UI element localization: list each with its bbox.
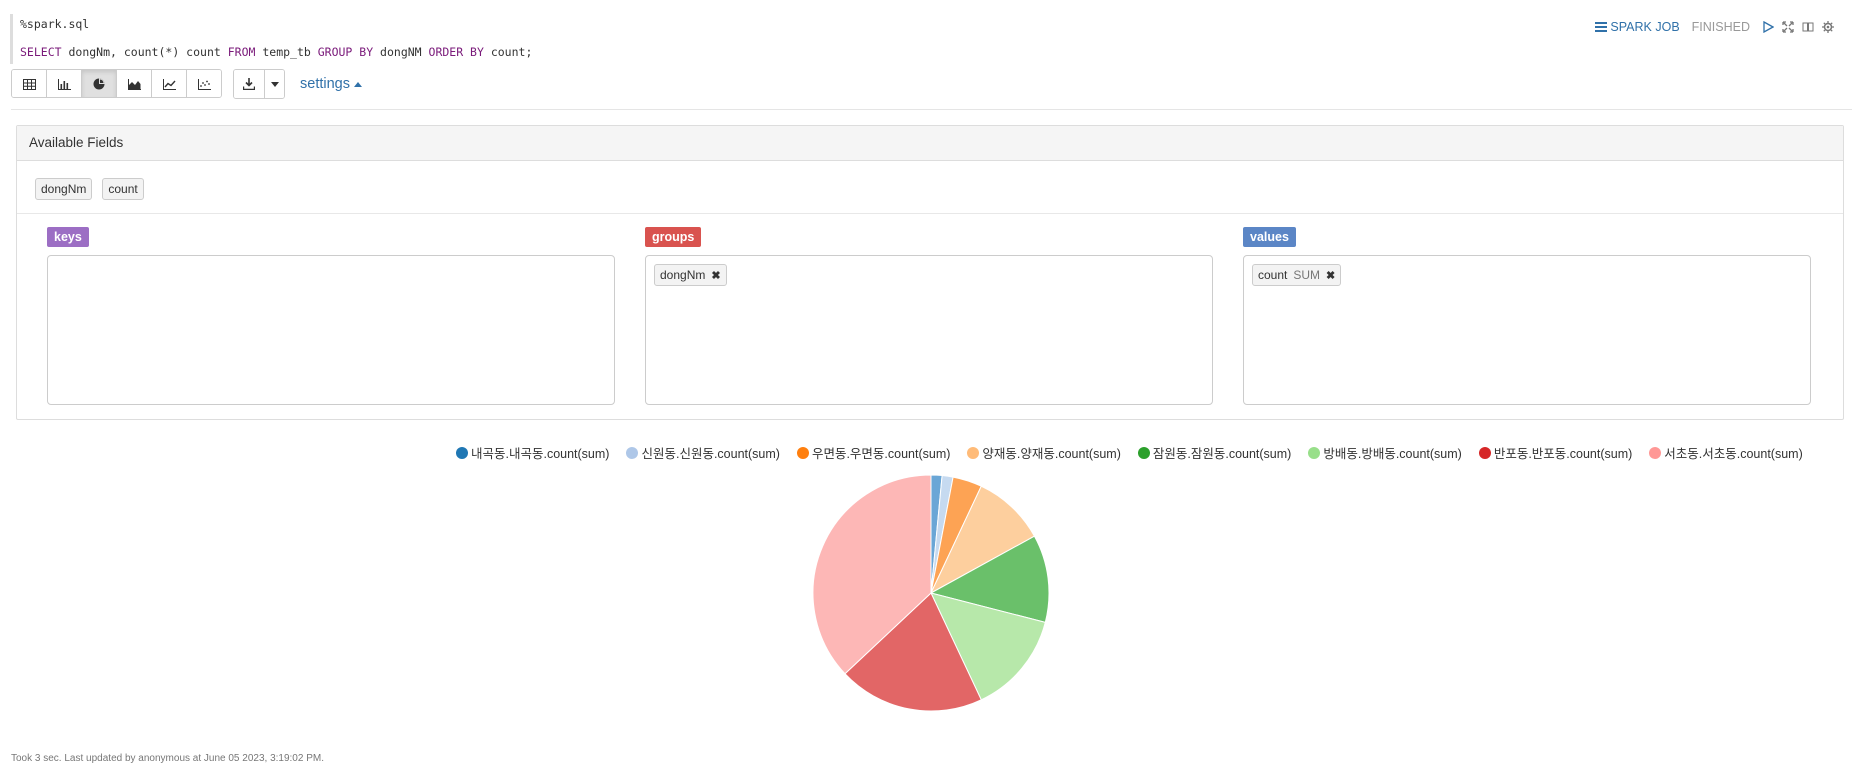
footer-status: Took 3 sec. Last updated by anonymous at… <box>11 753 324 764</box>
pie-chart <box>812 474 1050 712</box>
caret-up-icon <box>353 81 362 87</box>
legend-dot <box>626 446 639 459</box>
table-view-button[interactable] <box>12 70 47 97</box>
area-chart-view-button[interactable] <box>117 70 152 97</box>
chart-legend: 내곡동.내곡동.count(sum) 신원동.신원동.count(sum) 우면동.… <box>456 443 1803 462</box>
legend-label: 내곡동.내곡동.count(sum) <box>471 447 610 461</box>
remove-icon[interactable]: ✖ <box>711 269 720 282</box>
scatter-chart-view-button[interactable] <box>187 70 221 97</box>
available-fields-list: dongNm count <box>35 178 144 200</box>
download-options-button[interactable] <box>265 70 284 98</box>
legend-item[interactable]: 우면동.우면동.count(sum) <box>796 443 951 462</box>
legend-label: 서초동.서초동.count(sum) <box>1664 447 1803 461</box>
keys-drop-zone[interactable] <box>47 255 615 405</box>
gear-icon[interactable] <box>1822 21 1834 33</box>
remove-icon[interactable]: ✖ <box>1326 269 1335 282</box>
legend-label: 양재동.양재동.count(sum) <box>982 447 1121 461</box>
legend-label: 반포동.반포동.count(sum) <box>1493 447 1633 461</box>
legend-label: 신원동.신원동.count(sum) <box>641 447 780 461</box>
scatter-chart-icon <box>197 78 211 90</box>
legend-dot <box>796 446 809 459</box>
legend-item[interactable]: 신원동.신원동.count(sum) <box>626 443 780 462</box>
legend-item[interactable]: 반포동.반포동.count(sum) <box>1478 443 1633 462</box>
spark-job-link[interactable]: SPARK JOB <box>1595 20 1680 34</box>
tasks-icon <box>1595 22 1608 32</box>
book-icon[interactable] <box>1802 21 1814 33</box>
groups-drop-zone[interactable]: dongNm ✖ <box>645 255 1213 405</box>
bar-chart-view-button[interactable] <box>47 70 82 97</box>
group-chip-label: dongNm <box>660 268 706 282</box>
table-icon <box>22 78 36 90</box>
field-chip-dongnm[interactable]: dongNm <box>35 178 93 200</box>
groups-column: groups dongNm ✖ <box>645 227 1213 405</box>
legend-dot <box>1308 446 1321 459</box>
legend-item[interactable]: 서초동.서초동.count(sum) <box>1649 443 1803 462</box>
legend-dot <box>1478 446 1491 459</box>
expand-icon[interactable] <box>1782 21 1794 33</box>
visualization-toolbar <box>11 69 222 98</box>
legend-label: 우면동.우면동.count(sum) <box>811 447 951 461</box>
download-icon <box>243 78 255 90</box>
field-chip-count[interactable]: count <box>102 178 144 200</box>
values-label: values <box>1243 227 1296 247</box>
line-chart-view-button[interactable] <box>152 70 187 97</box>
area-chart-icon <box>127 78 141 90</box>
pie-chart-icon <box>93 78 105 90</box>
settings-label: settings <box>300 76 350 92</box>
keys-label: keys <box>47 227 89 247</box>
pie-chart-view-button[interactable] <box>82 70 117 97</box>
legend-item[interactable]: 잠원동.잠원동.count(sum) <box>1137 443 1292 462</box>
aggregation-selector[interactable]: SUM <box>1293 268 1320 282</box>
legend-item[interactable]: 방배동.방배동.count(sum) <box>1308 443 1462 462</box>
panel-divider <box>17 213 1843 214</box>
code-editor[interactable]: %spark.sql SELECT dongNm, count(*) count… <box>10 14 1853 64</box>
caret-down-icon <box>270 81 279 87</box>
value-chip-count[interactable]: count SUM ✖ <box>1252 264 1342 286</box>
interpreter-line: %spark.sql <box>20 17 90 31</box>
legend-item[interactable]: 양재동.양재동.count(sum) <box>967 443 1121 462</box>
toolbar-divider <box>11 109 1852 110</box>
value-chip-label: count <box>1258 268 1288 282</box>
paragraph-status: SPARK JOB FINISHED <box>1595 19 1834 35</box>
legend-dot <box>456 446 468 459</box>
values-drop-zone[interactable]: count SUM ✖ <box>1243 255 1811 405</box>
status-finished: FINISHED <box>1691 20 1750 34</box>
spark-job-label: SPARK JOB <box>1610 20 1680 34</box>
line-chart-icon <box>162 78 176 90</box>
download-button[interactable] <box>234 70 265 98</box>
bar-chart-icon <box>57 78 71 90</box>
legend-item[interactable]: 내곡동.내곡동.count(sum) <box>456 443 609 462</box>
legend-dot <box>1649 446 1662 459</box>
settings-toggle[interactable]: settings <box>300 76 362 92</box>
keys-column: keys <box>47 227 615 405</box>
sql-query: SELECT dongNm, count(*) count FROM temp_… <box>20 45 533 59</box>
download-button-group <box>233 69 285 99</box>
legend-dot <box>967 446 980 459</box>
legend-label: 방배동.방배동.count(sum) <box>1323 447 1462 461</box>
group-chip-dongnm[interactable]: dongNm ✖ <box>654 264 727 286</box>
available-fields-title: Available Fields <box>17 126 1843 161</box>
groups-label: groups <box>645 227 702 247</box>
legend-label: 잠원동.잠원동.count(sum) <box>1152 447 1292 461</box>
view-button-group <box>11 69 222 98</box>
legend-dot <box>1137 446 1150 459</box>
values-column: values count SUM ✖ <box>1243 227 1811 405</box>
run-icon[interactable] <box>1762 20 1775 34</box>
pivot-settings-panel: Available Fields dongNm count keys group… <box>16 125 1844 420</box>
